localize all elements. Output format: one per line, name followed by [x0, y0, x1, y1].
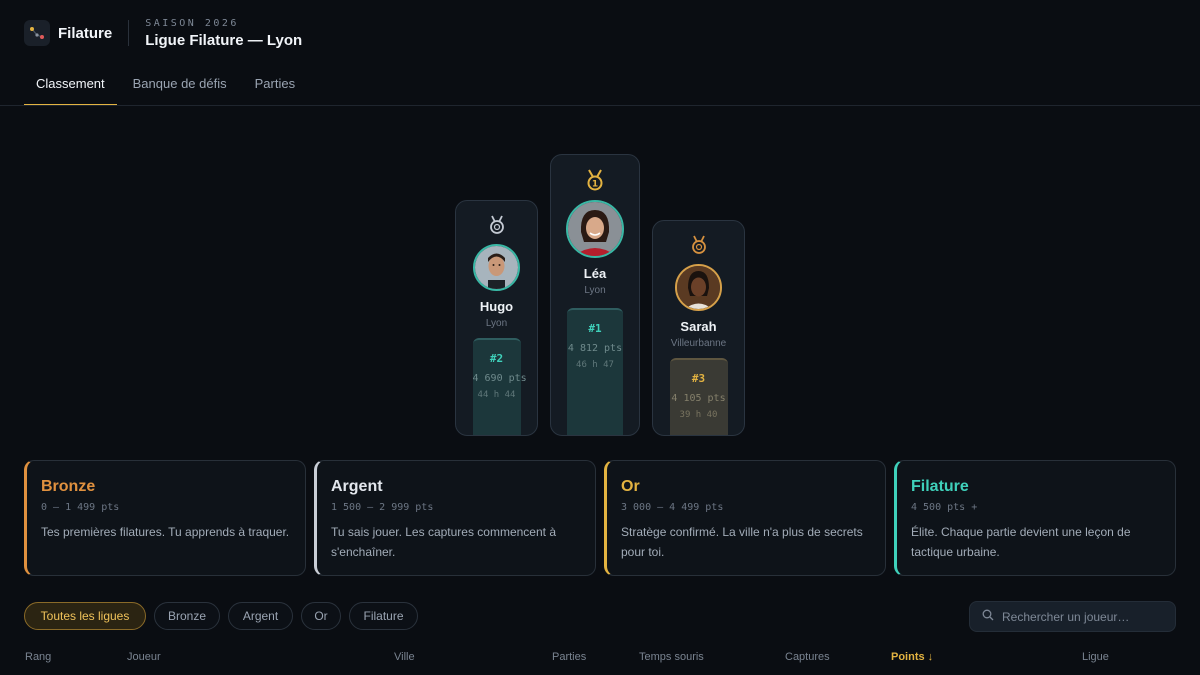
- season-label: SAISON 2026: [145, 17, 239, 29]
- tier-range: 0 — 1 499 pts: [41, 502, 120, 513]
- time-label: 46 h 47: [576, 360, 614, 370]
- app-header: Filature SAISON 2026 Ligue Filature — Ly…: [24, 16, 302, 50]
- tier-range: 4 500 pts +: [911, 502, 978, 513]
- rank-label: #1: [588, 322, 602, 335]
- tier-name: Bronze: [41, 478, 96, 495]
- player-city: Lyon: [485, 318, 508, 329]
- player-city: Lyon: [584, 285, 606, 296]
- search-input[interactable]: [1002, 609, 1172, 624]
- league-heading: SAISON 2026 Ligue Filature — Lyon: [145, 18, 302, 49]
- brand-name: Filature: [58, 24, 113, 42]
- tabs-divider: [0, 105, 1200, 106]
- avatar-lea: [566, 200, 624, 258]
- points-label: 4 812 pts: [567, 343, 623, 354]
- column-ville[interactable]: Ville: [394, 651, 415, 663]
- points-label: 4 105 pts: [671, 393, 726, 404]
- time-label: 44 h 44: [477, 390, 516, 400]
- gold-medal-icon: 1: [585, 169, 605, 196]
- tier-range: 3 000 — 4 499 pts: [621, 502, 724, 513]
- tier-name: Filature: [911, 478, 969, 495]
- bronze-medal-icon: [690, 235, 708, 260]
- tier-range: 1 500 — 2 999 pts: [331, 502, 434, 513]
- tier-card-filature: Filature 4 500 pts + Élite. Chaque parti…: [894, 460, 1176, 576]
- tier-card-argent: Argent 1 500 — 2 999 pts Tu sais jouer. …: [314, 460, 596, 576]
- column-ligue[interactable]: Ligue: [1082, 651, 1109, 663]
- points-label: 4 690 pts: [472, 373, 527, 384]
- tier-card-or: Or 3 000 — 4 499 pts Stratège confirmé. …: [604, 460, 886, 576]
- avatar-sarah: [675, 264, 722, 311]
- rank-label: #3: [691, 372, 706, 385]
- filter-argent[interactable]: Argent: [228, 602, 293, 630]
- logo-icon[interactable]: [24, 20, 50, 46]
- tab-parties[interactable]: Parties: [243, 66, 307, 106]
- podium-pillar: #2 4 690 pts 44 h 44: [472, 338, 527, 435]
- tier-name: Argent: [331, 478, 383, 495]
- main-tabs: Classement Banque de défis Parties: [24, 66, 311, 106]
- league-title: Ligue Filature — Lyon: [145, 31, 303, 49]
- header-divider: [128, 20, 130, 46]
- player-name: Léa: [583, 266, 607, 281]
- player-name: Sarah: [680, 319, 717, 334]
- tier-description: Tu sais jouer. Les captures commencent à…: [331, 525, 556, 559]
- tab-classement[interactable]: Classement: [24, 66, 117, 106]
- column-temps-souris[interactable]: Temps souris: [639, 651, 704, 663]
- player-search[interactable]: [969, 601, 1176, 632]
- filter-all-leagues[interactable]: Toutes les ligues: [24, 602, 146, 630]
- column-captures[interactable]: Captures: [785, 651, 830, 663]
- podium-third[interactable]: Sarah Villeurbanne #3 4 105 pts 39 h 40: [652, 220, 745, 436]
- tier-card-bronze: Bronze 0 — 1 499 pts Tes premières filat…: [24, 460, 306, 576]
- column-points-sorted[interactable]: Points ↓: [891, 651, 933, 663]
- tier-name: Or: [621, 478, 640, 495]
- column-rang[interactable]: Rang: [25, 651, 51, 663]
- svg-text:1: 1: [592, 180, 598, 190]
- tier-description: Élite. Chaque partie devient une leçon d…: [911, 525, 1131, 559]
- time-label: 39 h 40: [679, 410, 718, 420]
- podium-first[interactable]: 1 Léa Lyon #1 4 812 pts 46 h 47: [550, 154, 640, 436]
- rank-label: #2: [489, 352, 504, 365]
- filter-or[interactable]: Or: [301, 602, 341, 630]
- avatar-hugo: [473, 244, 520, 291]
- tier-description: Stratège confirmé. La ville n'a plus de …: [621, 525, 863, 559]
- filter-filature[interactable]: Filature: [349, 602, 418, 630]
- podium-second[interactable]: Hugo Lyon #2 4 690 pts 44 h 44: [455, 200, 538, 436]
- silver-medal-icon: [488, 215, 506, 240]
- column-parties[interactable]: Parties: [552, 651, 586, 663]
- player-name: Hugo: [479, 299, 514, 314]
- filter-bronze[interactable]: Bronze: [154, 602, 220, 630]
- player-city: Villeurbanne: [670, 338, 727, 349]
- column-joueur[interactable]: Joueur: [127, 651, 161, 663]
- tier-description: Tes premières filatures. Tu apprends à t…: [41, 525, 290, 539]
- search-icon: [982, 608, 994, 626]
- podium-pillar: #1 4 812 pts 46 h 47: [567, 308, 623, 435]
- podium-pillar: #3 4 105 pts 39 h 40: [669, 358, 728, 435]
- tab-banque-de-defis[interactable]: Banque de défis: [121, 66, 239, 106]
